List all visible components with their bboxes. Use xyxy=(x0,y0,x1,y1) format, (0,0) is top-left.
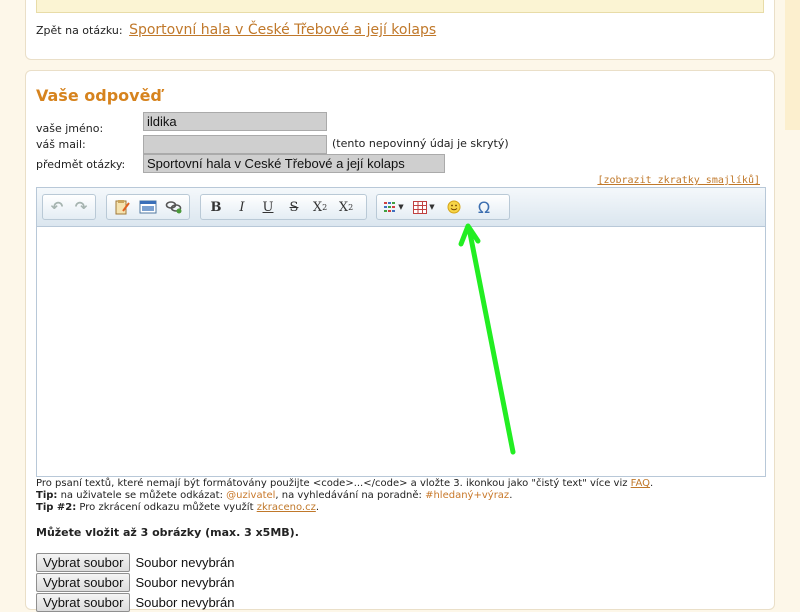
subscript-letter: X xyxy=(312,199,323,215)
file-status: Soubor nevybrán xyxy=(135,554,235,570)
strikethrough-button[interactable]: S xyxy=(282,196,306,218)
insert-html-button[interactable] xyxy=(136,196,160,218)
chevron-down-icon: ▼ xyxy=(398,203,404,211)
tip-label: Tip: xyxy=(36,490,58,501)
right-decoration xyxy=(785,0,800,130)
table-grid-icon xyxy=(413,200,428,214)
clipboard-pencil-icon xyxy=(115,200,130,215)
note-text: Pro psaní textů, které nemají být formát… xyxy=(36,478,631,489)
mail-hint: (tento nepovinný údaj je skrytý) xyxy=(332,137,509,150)
special-character-button[interactable]: Ω xyxy=(470,196,498,218)
undo-button[interactable]: ↶ xyxy=(46,196,68,218)
html-window-icon xyxy=(139,200,157,214)
choose-file-button[interactable]: Vybrat soubor xyxy=(36,572,131,592)
superscript-button[interactable]: X2 xyxy=(334,196,358,218)
subscript-button[interactable]: X2 xyxy=(308,196,332,218)
subject-label: předmět otázky: xyxy=(36,158,126,171)
file-upload-row: Vybrat soubor Soubor nevybrán xyxy=(36,552,234,572)
user-mention-example: @uzivatel xyxy=(226,490,276,501)
smiley-button[interactable] xyxy=(440,196,468,218)
search-tag-example: #hledaný+výraz xyxy=(425,490,510,501)
faq-link[interactable]: FAQ xyxy=(631,478,650,489)
note-text: . xyxy=(315,502,320,513)
paste-text-button[interactable] xyxy=(110,196,134,218)
insert-link-button[interactable] xyxy=(162,196,186,218)
rich-text-editor: ↶ ↷ B I U S X2 X 2 ▼ ▼ Ω xyxy=(36,187,766,477)
undo-icon: ↶ xyxy=(50,198,64,216)
list-dropdown-button[interactable]: ▼ xyxy=(380,196,408,218)
answer-panel: Vaše odpověď vaše jméno: ildika váš mail… xyxy=(25,70,775,612)
back-to-question: Zpět na otázku: Sportovní hala v České T… xyxy=(36,22,436,38)
superscript-letter: X xyxy=(338,199,349,215)
question-link[interactable]: Sportovní hala v České Třebové a její ko… xyxy=(129,22,436,38)
file-upload-row: Vybrat soubor Soubor nevybrán xyxy=(36,572,234,592)
show-smiley-shortcuts-link[interactable]: [zobrazit zkratky smajlíků] xyxy=(597,175,760,186)
note-line-2: Tip: na uživatele se můžete odkázat: @uz… xyxy=(36,490,653,502)
upload-title: Můžete vložit až 3 obrázky (max. 3 x5MB)… xyxy=(36,526,299,539)
name-input[interactable]: ildika xyxy=(143,112,327,131)
smiley-icon xyxy=(447,200,461,214)
redo-icon: ↷ xyxy=(74,198,88,216)
editor-content-area[interactable] xyxy=(37,227,765,476)
toolbar-group-history: ↶ ↷ xyxy=(42,194,96,220)
underline-button[interactable]: U xyxy=(256,196,280,218)
editor-toolbar: ↶ ↷ B I U S X2 X 2 ▼ ▼ Ω xyxy=(37,188,765,227)
zkraceno-link[interactable]: zkraceno.cz xyxy=(257,502,316,513)
link-chain-icon xyxy=(165,201,182,214)
omega-icon: Ω xyxy=(477,197,491,217)
redo-button[interactable]: ↷ xyxy=(70,196,92,218)
italic-button[interactable]: I xyxy=(230,196,254,218)
note-text: , na vyhledávání na poradně: xyxy=(275,490,426,501)
superscript-mark: 2 xyxy=(348,202,354,212)
mail-label: váš mail: xyxy=(36,138,86,151)
note-line-1: Pro psaní textů, které nemají být formát… xyxy=(36,478,653,490)
choose-file-button[interactable]: Vybrat soubor xyxy=(36,592,131,612)
question-panel: Zpět na otázku: Sportovní hala v České T… xyxy=(25,0,775,60)
name-label: vaše jméno: xyxy=(36,122,104,135)
formatting-notes: Pro psaní textů, které nemají být formát… xyxy=(36,478,653,514)
subscript-mark: 2 xyxy=(322,202,328,212)
file-upload-row: Vybrat soubor Soubor nevybrán xyxy=(36,592,234,612)
answer-title: Vaše odpověď xyxy=(36,86,162,105)
back-label: Zpět na otázku: xyxy=(36,24,123,37)
toolbar-group-format: B I U S X2 X2 xyxy=(200,194,367,220)
note-text: na uživatele se můžete odkázat: xyxy=(57,490,227,501)
subject-input[interactable]: Sportovní hala v Ceské Třebové a její ko… xyxy=(143,154,445,173)
table-dropdown-button[interactable]: ▼ xyxy=(410,196,438,218)
note-line-3: Tip #2: Pro zkrácení odkazu můžete využí… xyxy=(36,502,653,514)
toolbar-group-objects: ▼ ▼ Ω xyxy=(376,194,510,220)
mail-input[interactable] xyxy=(143,135,327,154)
note-text: . xyxy=(509,490,513,501)
note-text: Pro zkrácení odkazu můžete využít xyxy=(76,502,257,513)
bold-button[interactable]: B xyxy=(204,196,228,218)
toolbar-group-insert xyxy=(106,194,190,220)
choose-file-button[interactable]: Vybrat soubor xyxy=(36,552,131,572)
file-status: Soubor nevybrán xyxy=(135,594,235,610)
note-text: . xyxy=(650,478,654,489)
notice-box xyxy=(36,0,764,13)
file-status: Soubor nevybrán xyxy=(135,574,235,590)
tip2-label: Tip #2: xyxy=(36,502,77,513)
bullet-list-icon xyxy=(384,202,396,212)
chevron-down-icon: ▼ xyxy=(429,203,435,211)
